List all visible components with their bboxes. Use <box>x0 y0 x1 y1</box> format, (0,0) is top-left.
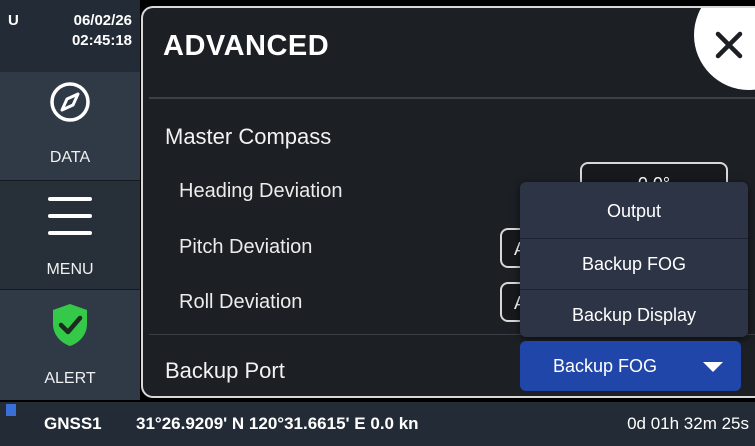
dropdown-option-backup-fog[interactable]: Backup FOG <box>520 238 748 288</box>
data-button-label: DATA <box>49 149 91 166</box>
menu-button-label: MENU <box>46 261 94 278</box>
hamburger-icon <box>48 197 92 235</box>
alert-button[interactable]: ALERT <box>0 290 140 400</box>
clock-mode: U <box>8 12 19 29</box>
data-button[interactable]: DATA <box>0 72 140 180</box>
pitch-deviation-label: Pitch Deviation <box>179 236 313 258</box>
clock-time: 02:45:18 <box>71 32 132 49</box>
dropdown-option-output[interactable]: Output <box>520 186 748 236</box>
close-button[interactable] <box>694 8 755 90</box>
status-indicator <box>6 404 16 416</box>
backup-port-dropdown-menu: Output Backup FOG Backup Display <box>520 182 748 337</box>
title-divider <box>149 97 755 99</box>
left-rail: U 06/02/26 02:45:18 DATA MENU ALERT <box>0 0 140 400</box>
close-icon <box>715 31 743 59</box>
alert-button-label: ALERT <box>44 370 96 387</box>
menu-button[interactable]: MENU <box>0 181 140 289</box>
dropdown-option-backup-display[interactable]: Backup Display <box>520 289 748 339</box>
status-bar: GNSS1 31°26.9209' N 120°31.6615' E 0.0 k… <box>0 400 755 446</box>
heading-deviation-label: Heading Deviation <box>179 180 343 202</box>
position-readout: 31°26.9209' N 120°31.6615' E 0.0 kn <box>136 414 419 433</box>
caret-down-icon <box>703 362 723 372</box>
page-title: ADVANCED <box>163 30 330 62</box>
backup-port-label: Backup Port <box>165 358 285 383</box>
elapsed-time: 0d 01h 32m 25s <box>627 414 749 433</box>
section-master-compass: Master Compass <box>165 124 332 149</box>
position-source: GNSS1 <box>44 414 102 433</box>
shield-check-icon <box>53 304 87 346</box>
backup-port-select[interactable]: Backup FOG <box>520 341 741 391</box>
clock-date: 06/02/26 <box>73 12 132 29</box>
roll-deviation-label: Roll Deviation <box>179 291 303 313</box>
clock: U 06/02/26 02:45:18 <box>0 0 140 70</box>
compass-icon <box>50 82 90 122</box>
backup-port-selected-value: Backup FOG <box>552 356 658 376</box>
